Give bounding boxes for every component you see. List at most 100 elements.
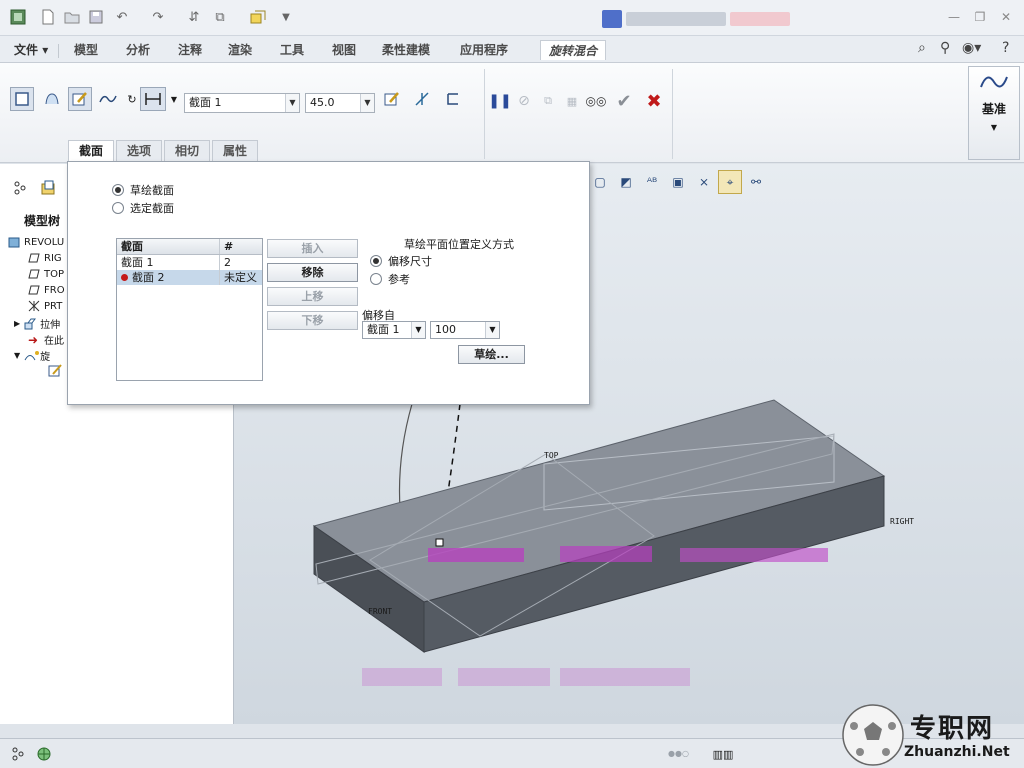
remove-button[interactable]: 移除 [267, 263, 358, 282]
help-icon[interactable]: ? [1002, 40, 1009, 56]
tree-item-part[interactable]: REVOLU [8, 236, 64, 248]
sketch-point-marker[interactable] [435, 538, 444, 547]
subtab-sections[interactable]: 截面 [68, 140, 114, 162]
table-header: 截面 # [117, 239, 262, 255]
offset-from-select[interactable]: 截面 1 ▼ [362, 321, 426, 339]
windows-icon[interactable]: ⧉ [210, 7, 230, 27]
tree-item-extrude[interactable]: ▶ 拉伸 [14, 316, 60, 331]
tree-item-csys[interactable]: PRT [28, 300, 62, 312]
search-icon[interactable]: ⌕ [918, 40, 926, 56]
tree-item-insert-here[interactable]: ➜ 在此 [28, 332, 64, 348]
new-file-icon[interactable] [38, 7, 58, 27]
angle-input[interactable]: 45.0 ▼ [305, 93, 375, 113]
tab-tools[interactable]: 工具 [272, 40, 312, 60]
pause-icon[interactable]: ❚❚ [488, 89, 512, 113]
section-select[interactable]: 截面 1 ▼ [184, 93, 300, 113]
ptc-icon[interactable]: ◉▾ [962, 40, 981, 56]
close-window-icon[interactable] [248, 7, 268, 27]
sections-table: 截面 # 截面 1 2 截面 2 未定义 [116, 238, 263, 381]
tree-item-label: REVOLU [24, 236, 65, 248]
insert-button[interactable]: 插入 [267, 239, 358, 258]
tab-view[interactable]: 视图 [324, 40, 364, 60]
find-binoculars-icon[interactable]: ▥▥ [706, 742, 740, 766]
sketch-edit-icon[interactable] [68, 87, 92, 111]
tab-file[interactable]: 文件 ▾ [6, 40, 56, 60]
collapse-icon[interactable]: ▼ [14, 351, 20, 360]
tree-item-right-plane[interactable]: RIG [28, 252, 62, 264]
sketch-button[interactable]: 草绘... [458, 345, 525, 364]
move-up-button[interactable]: 上移 [267, 287, 358, 306]
tab-annotate[interactable]: 注释 [170, 40, 210, 60]
subtab-tangency[interactable]: 相切 [164, 140, 210, 162]
tree-item-sketch[interactable] [48, 364, 62, 377]
cancel-icon[interactable]: ✖ [642, 89, 666, 113]
expand-icon[interactable]: ▶ [14, 319, 20, 328]
datum-group[interactable]: 基准 ▼ [968, 66, 1020, 160]
regenerate-icon[interactable]: ⇵ [184, 7, 204, 27]
tab-analysis[interactable]: 分析 [118, 40, 158, 60]
sketch-icon[interactable] [380, 87, 404, 111]
move-down-button[interactable]: 下移 [267, 311, 358, 330]
curve-icon[interactable] [96, 87, 120, 111]
tab-render[interactable]: 渲染 [220, 40, 260, 60]
checkmark-icon[interactable]: ✔ [612, 89, 636, 113]
redo-icon[interactable]: ↷ [148, 7, 168, 27]
undo-icon[interactable]: ↶ [112, 7, 132, 27]
close-icon[interactable]: ✕ [996, 8, 1016, 26]
surface-icon[interactable] [40, 87, 64, 111]
blurred-watermark [560, 668, 690, 686]
dimension-icon[interactable] [140, 87, 166, 111]
table-row[interactable]: 截面 2 未定义 [117, 270, 262, 285]
plane-icon [28, 252, 40, 264]
no-preview-icon[interactable]: ⊘ [512, 89, 536, 113]
section-name-cell: 截面 2 [117, 270, 220, 285]
radio-sketched-sections[interactable]: 草绘截面 [112, 182, 174, 198]
flip-icon[interactable] [410, 87, 434, 111]
tree-item-front-plane[interactable]: FRO [28, 284, 65, 296]
help-search-icon[interactable]: ⚲ [940, 40, 950, 56]
revolve-blend-icon [24, 350, 40, 362]
tree-item-label: 拉伸 [40, 320, 61, 331]
subtab-properties[interactable]: 属性 [212, 140, 258, 162]
tree-item-revolve-blend[interactable]: ▼ 旋 [14, 348, 50, 363]
chevron-down-icon: ▼ [285, 94, 299, 112]
verify-mode-icon[interactable]: ▦ [560, 89, 584, 113]
ribbon-divider [484, 69, 485, 159]
offset-value-input[interactable]: 100 ▼ [430, 321, 500, 339]
section-count: 2 [224, 256, 231, 269]
radio-offset-dimension[interactable]: 偏移尺寸 [370, 253, 432, 269]
placement-title: 草绘平面位置定义方式 [404, 238, 514, 251]
model-tree-toggle-icon[interactable] [6, 742, 30, 766]
dimension-dropdown-icon[interactable]: ▼ [167, 87, 181, 111]
section-count: 未定义 [224, 271, 257, 284]
folder-browser-icon[interactable] [36, 176, 60, 200]
progress-dots-icon: ●●○ [668, 749, 689, 758]
tab-revolve-blend[interactable]: 旋转混合 [540, 40, 607, 60]
tab-flexible-modeling[interactable]: 柔性建模 [374, 40, 438, 60]
subtab-options[interactable]: 选项 [116, 140, 162, 162]
tree-item-label: FRO [44, 284, 65, 296]
tab-applications[interactable]: 应用程序 [452, 40, 516, 60]
cap-ends-icon[interactable] [440, 87, 464, 111]
radio-reference[interactable]: 参考 [370, 271, 410, 287]
table-row[interactable]: 截面 1 2 [117, 255, 262, 270]
customize-chevron-icon[interactable]: ▼ [276, 7, 296, 27]
save-icon[interactable] [86, 7, 106, 27]
minimize-icon[interactable]: — [944, 8, 964, 26]
radio-selected-sections[interactable]: 选定截面 [112, 200, 174, 216]
angle-value: 45.0 [310, 96, 335, 109]
solid-icon[interactable] [10, 87, 34, 111]
chevron-down-icon: ▼ [990, 123, 998, 132]
tab-file-label: 文件 [14, 43, 39, 57]
tab-model[interactable]: 模型 [66, 40, 106, 60]
browser-globe-icon[interactable] [32, 742, 56, 766]
tree-item-top-plane[interactable]: TOP [28, 268, 64, 280]
preview-icon[interactable]: ⧉ [536, 89, 560, 113]
open-folder-icon[interactable] [62, 7, 82, 27]
sketch-icon [48, 364, 62, 377]
glasses-icon[interactable]: ◎◎ [584, 89, 608, 113]
model-tree-icon[interactable] [8, 176, 32, 200]
chevron-down-icon: ▼ [360, 94, 374, 112]
chevron-down-icon: ▼ [485, 322, 499, 338]
restore-icon[interactable]: ❐ [970, 8, 990, 26]
